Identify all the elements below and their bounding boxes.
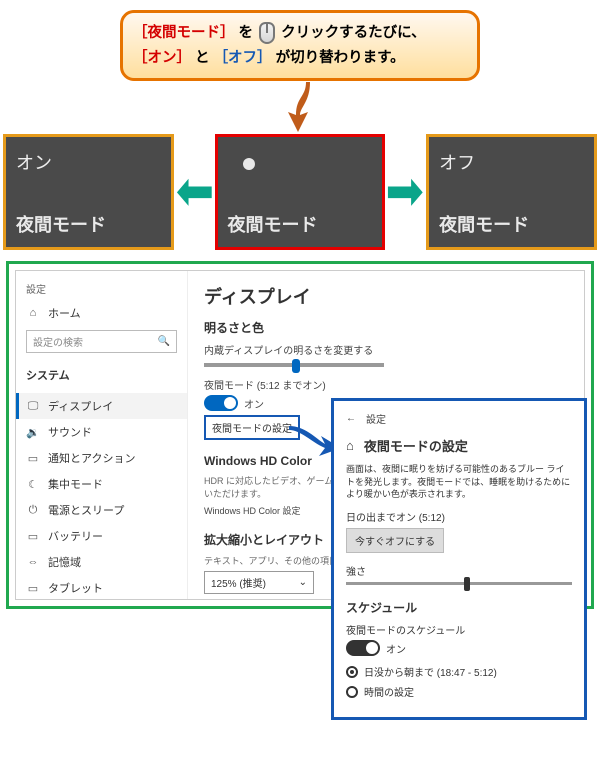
display-icon: 🖵 (26, 400, 40, 413)
sidebar-section: システム (16, 361, 187, 393)
scale-dropdown[interactable]: 125% (推奨) ⌄ (204, 571, 314, 594)
toggle-state: オン (244, 396, 264, 411)
sidebar-item-battery[interactable]: ▭ バッテリー (16, 523, 187, 549)
night-light-tile-center[interactable]: 夜間モード (218, 137, 383, 247)
window-title: 設定 (16, 279, 187, 300)
page-title: ディスプレイ (204, 283, 568, 309)
night-light-settings-link[interactable]: 夜間モードの設定 (204, 415, 300, 440)
tile-state: オフ (439, 149, 584, 175)
arrow-right-icon (386, 173, 425, 212)
night-light-toggle[interactable] (204, 395, 238, 411)
tile-state: オン (16, 149, 161, 175)
night-light-label: 夜間モード (5:12 までオン) (204, 377, 568, 392)
home-icon: ⌂ (346, 438, 354, 453)
search-placeholder: 設定の検索 (33, 334, 83, 349)
until-label: 日の出までオン (5:12) (346, 509, 572, 524)
sidebar-item-label: ディスプレイ (48, 398, 113, 414)
radio-label: 時間の設定 (364, 684, 414, 699)
brightness-desc: 内蔵ディスプレイの明るさを変更する (204, 342, 568, 357)
brightness-icon (236, 151, 262, 177)
sidebar-item-display[interactable]: 🖵 ディスプレイ (16, 393, 187, 419)
sidebar-item-label: 通知とアクション (48, 450, 135, 466)
callout-text: ［オン］ (133, 50, 191, 66)
callout-text: と (195, 50, 210, 66)
strength-label: 強さ (346, 563, 572, 578)
section-heading: 明るさと色 (204, 319, 568, 336)
breadcrumb: 設定 (366, 411, 386, 426)
night-light-tile-on[interactable]: オン 夜間モード (6, 137, 171, 247)
description: 画面は、夜間に眠りを妨げる可能性のあるブルー ライトを発光します。夜間モードでは… (346, 463, 572, 501)
sidebar-item-label: 集中モード (48, 476, 103, 492)
sidebar-item-label: ホーム (48, 305, 81, 321)
sidebar-item-home[interactable]: ⌂ ホーム (16, 300, 187, 326)
sidebar-item-notifications[interactable]: ▭ 通知とアクション (16, 445, 187, 471)
sidebar-item-label: タブレット (48, 580, 103, 596)
search-icon: 🔍 (158, 336, 170, 347)
strength-slider[interactable] (346, 582, 572, 585)
sidebar-item-focus[interactable]: ☾ 集中モード (16, 471, 187, 497)
tile-row: オン 夜間モード 夜間モード オフ 夜間モード (0, 137, 600, 247)
radio-label: 日没から朝まで (18:47 - 5:12) (364, 664, 497, 679)
night-light-tile-off[interactable]: オフ 夜間モード (429, 137, 594, 247)
chevron-down-icon: ⌄ (299, 577, 307, 588)
brightness-slider[interactable] (204, 363, 384, 367)
sidebar-item-label: バッテリー (48, 528, 103, 544)
dropdown-value: 125% (推奨) (211, 575, 266, 590)
sidebar-item-label: サウンド (48, 424, 92, 440)
callout-text: ［オフ］ (214, 50, 272, 66)
sidebar-item-power[interactable]: ⏻ 電源とスリープ (16, 497, 187, 523)
callout-text: ［夜間モード］ (133, 25, 235, 41)
section-heading: スケジュール (346, 599, 572, 616)
notifications-icon: ▭ (26, 452, 40, 465)
turn-off-now-button[interactable]: 今すぐオフにする (346, 528, 444, 553)
page-title: 夜間モードの設定 (364, 436, 468, 455)
search-input[interactable]: 設定の検索 🔍 (26, 330, 177, 353)
back-icon[interactable]: ← (346, 413, 356, 424)
radio-sunset-to-sunrise[interactable]: 日没から朝まで (18:47 - 5:12) (346, 664, 572, 679)
battery-icon: ▭ (26, 530, 40, 543)
radio-icon (346, 686, 358, 698)
tile-label: 夜間モード (16, 211, 106, 237)
callout-text: が切り替わります。 (276, 50, 405, 66)
radio-set-hours[interactable]: 時間の設定 (346, 684, 572, 699)
home-icon: ⌂ (26, 307, 40, 319)
sound-icon: 🔉 (26, 426, 40, 439)
sidebar-item-label: 電源とスリープ (48, 502, 124, 518)
sidebar-item-storage[interactable]: ⇔ 記憶域 (16, 549, 187, 575)
tile-label: 夜間モード (228, 211, 318, 237)
arrow-down-icon (270, 77, 330, 137)
tablet-icon: ▭ (26, 582, 40, 595)
instruction-callout: ［夜間モード］ を クリックするたびに、 ［オン］ と ［オフ］ が切り替わりま… (120, 10, 480, 81)
tile-label: 夜間モード (439, 211, 529, 237)
focus-icon: ☾ (26, 478, 40, 491)
callout-text: クリックするたびに、 (281, 25, 426, 41)
mouse-icon (259, 22, 275, 44)
settings-screenshot-frame: 設定 ⌂ ホーム 設定の検索 🔍 システム 🖵 ディスプレイ 🔉 サウンド (6, 261, 594, 609)
sidebar-item-label: 記憶域 (48, 554, 81, 570)
schedule-toggle-label: 夜間モードのスケジュール (346, 622, 572, 637)
arrow-left-icon (175, 173, 214, 212)
storage-icon: ⇔ (26, 556, 40, 568)
settings-sidebar: 設定 ⌂ ホーム 設定の検索 🔍 システム 🖵 ディスプレイ 🔉 サウンド (16, 271, 188, 599)
sidebar-item-tablet[interactable]: ▭ タブレット (16, 575, 187, 600)
power-icon: ⏻ (26, 504, 40, 517)
toggle-state: オン (386, 641, 406, 656)
callout-text: を (239, 25, 254, 41)
radio-icon (346, 666, 358, 678)
sidebar-item-sound[interactable]: 🔉 サウンド (16, 419, 187, 445)
night-light-settings-window: ← 設定 ⌂ 夜間モードの設定 画面は、夜間に眠りを妨げる可能性のあるブルー ラ… (331, 398, 587, 720)
schedule-toggle[interactable] (346, 640, 380, 656)
